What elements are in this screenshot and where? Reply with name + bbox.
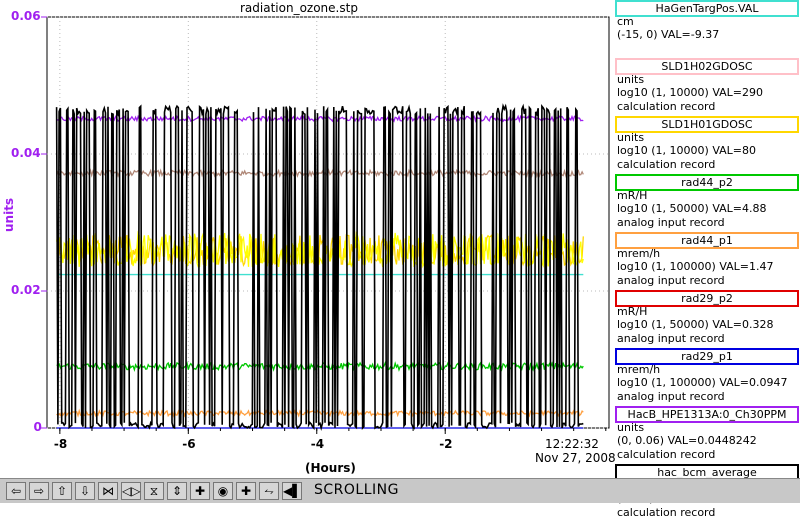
legend-entry[interactable]: rad44_p1 mrem/h log10 (1, 100000) VAL=1.47…: [613, 232, 800, 290]
legend-info: log10 (1, 10000) VAL=80: [617, 144, 757, 157]
x-end-date: Nov 27, 2008: [535, 451, 616, 465]
legend-unit: units: [617, 73, 645, 86]
legend-record-type: calculation record: [617, 448, 716, 461]
scroll-right-icon[interactable]: ⇨: [29, 482, 49, 500]
legend-record-type: analog input record: [617, 274, 725, 287]
x-axis-label: (Hours): [305, 461, 356, 475]
legend-unit: mrem/h: [617, 363, 661, 376]
legend-record-type: calculation record: [617, 100, 716, 113]
y-tick-label: 0.06: [11, 9, 41, 23]
legend-entry[interactable]: rad29_p1 mrem/h log10 (1, 100000) VAL=0.09…: [613, 348, 800, 406]
legend-name[interactable]: HaGenTargPos.VAL: [615, 0, 799, 17]
legend-unit: units: [617, 421, 645, 434]
toggle-scroll-icon[interactable]: ◀▌: [282, 482, 302, 500]
legend-info: log10 (1, 50000) VAL=0.328: [617, 318, 774, 331]
zoom-y-in-icon[interactable]: ⧖: [144, 482, 164, 500]
legend-record-type: calculation record: [617, 158, 716, 171]
legend-entry[interactable]: HacB_HPE1313A:0_Ch30PPM units (0, 0.06) VA…: [613, 406, 800, 464]
x-tick-label: -6: [182, 437, 196, 451]
y-tick-label: 0.04: [11, 146, 41, 160]
y-axis-label: units: [2, 197, 16, 232]
y-tick-label: 0.02: [11, 283, 41, 297]
zoom-in-icon[interactable]: ◉: [213, 482, 233, 500]
toolbar: ⇦ ⇨ ⇧ ⇩ ⋈ ◁▷ ⧖ ⇕ ✚ ◉ ✚ ⥊ ◀▌ SCROLLING: [0, 478, 800, 503]
scroll-up-icon[interactable]: ⇧: [52, 482, 72, 500]
legend-unit: units: [617, 131, 645, 144]
pan-icon[interactable]: ⥊: [259, 482, 279, 500]
legend-unit: mrem/h: [617, 247, 661, 260]
legend-record-type: analog input record: [617, 216, 725, 229]
legend-record-type: analog input record: [617, 390, 725, 403]
legend-entry[interactable]: rad44_p2 mR/H log10 (1, 50000) VAL=4.88 ana…: [613, 174, 800, 232]
zoom-out-icon[interactable]: ✚: [236, 482, 256, 500]
x-tick-label: -4: [310, 437, 325, 451]
legend-info: (-15, 0) VAL=-9.37: [617, 28, 720, 41]
x-tick-label: -2: [439, 437, 453, 451]
legend: HaGenTargPos.VAL cm (-15, 0) VAL=-9.37 SLD1…: [613, 0, 800, 522]
zoom-all-icon[interactable]: ✚: [190, 482, 210, 500]
legend-entry[interactable]: HaGenTargPos.VAL cm (-15, 0) VAL=-9.37: [613, 0, 800, 58]
legend-unit: mR/H: [617, 305, 648, 318]
legend-info: log10 (1, 100000) VAL=0.0947: [617, 376, 788, 389]
x-tick-label: -8: [53, 437, 68, 451]
legend-entry[interactable]: SLD1H02GDOSC units log10 (1, 10000) VAL=29…: [613, 58, 800, 116]
x-end-time: 12:22:32: [545, 437, 599, 451]
scroll-down-icon[interactable]: ⇩: [75, 482, 95, 500]
zoom-x-in-icon[interactable]: ⋈: [98, 482, 118, 500]
legend-info: log10 (1, 10000) VAL=290: [617, 86, 764, 99]
legend-info: (0, 0.06) VAL=0.0448242: [617, 434, 757, 447]
legend-record-type: calculation record: [617, 506, 716, 519]
scroll-left-icon[interactable]: ⇦: [6, 482, 26, 500]
legend-unit: mR/H: [617, 189, 648, 202]
y-tick-label: 0: [33, 420, 42, 434]
legend-entry[interactable]: rad29_p2 mR/H log10 (1, 50000) VAL=0.328 an…: [613, 290, 800, 348]
zoom-x-out-icon[interactable]: ◁▷: [121, 482, 141, 500]
legend-record-type: analog input record: [617, 332, 725, 345]
zoom-y-out-icon[interactable]: ⇕: [167, 482, 187, 500]
legend-info: log10 (1, 100000) VAL=1.47: [617, 260, 774, 273]
legend-info: log10 (1, 50000) VAL=4.88: [617, 202, 767, 215]
legend-entry[interactable]: SLD1H01GDOSC units log10 (1, 10000) VAL=80…: [613, 116, 800, 174]
toolbar-status: SCROLLING: [314, 482, 399, 498]
legend-unit: cm: [617, 15, 634, 28]
